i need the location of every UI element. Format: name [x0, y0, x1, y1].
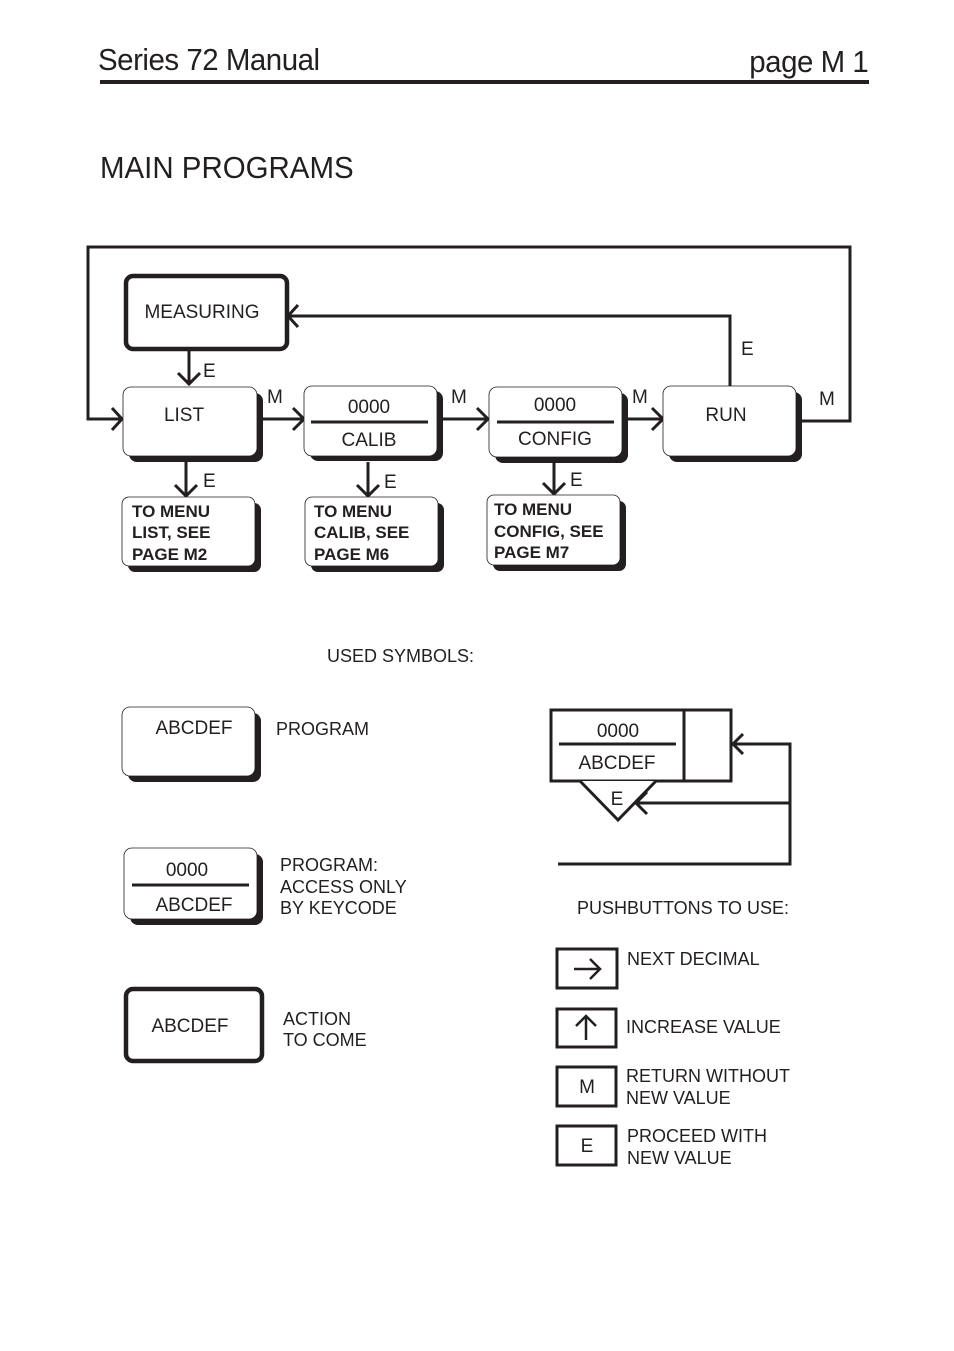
- symbol-desc: TO COME: [283, 1030, 367, 1050]
- node-label: RUN: [705, 405, 746, 426]
- node-label: LIST: [164, 405, 205, 426]
- m-key-icon: M: [579, 1077, 595, 1098]
- svg-text:TO MENU: TO MENU: [494, 500, 572, 519]
- pushbutton-next-decimal: NEXT DECIMAL: [555, 947, 760, 990]
- symbol-desc: BY KEYCODE: [280, 898, 397, 918]
- symbol-value-entry: 0000 ABCDEF E: [549, 708, 792, 866]
- edge-label-e: E: [203, 471, 216, 492]
- svg-text:PAGE M2: PAGE M2: [132, 545, 207, 564]
- svg-text:E: E: [611, 789, 624, 810]
- node-code: 0000: [348, 397, 390, 418]
- edge-label-e: E: [203, 361, 216, 382]
- edge-label-m: M: [632, 387, 648, 408]
- node-label: CALIB: [342, 430, 397, 451]
- pushbutton-desc: NEW VALUE: [626, 1088, 731, 1108]
- pushbuttons-heading: PUSHBUTTONS TO USE:: [577, 898, 789, 918]
- edge-label-e: E: [741, 339, 754, 360]
- svg-text:TO MENU: TO MENU: [314, 502, 392, 521]
- symbol-action: ABCDEF ACTION TO COME: [123, 986, 367, 1064]
- edge-label-m: M: [819, 389, 835, 410]
- node-label: CONFIG: [518, 429, 592, 450]
- symbol-desc: ACCESS ONLY: [280, 877, 407, 897]
- loop-run-to-measuring: [290, 314, 732, 386]
- symbol-keycode: 0000 ABCDEF PROGRAM: ACCESS ONLY BY KEYC…: [123, 847, 407, 925]
- node-code: 0000: [534, 395, 576, 416]
- edge-label-m: M: [451, 387, 467, 408]
- svg-text:ABCDEF: ABCDEF: [578, 753, 655, 774]
- main-programs-diagram: E M M M M E E E E MEASURING LIST 0000 CA…: [86, 245, 852, 1168]
- e-key-icon: E: [581, 1136, 594, 1157]
- symbol-desc: PROGRAM: [276, 719, 369, 739]
- svg-text:0000: 0000: [166, 860, 208, 881]
- edge-label-e: E: [384, 472, 397, 493]
- svg-text:LIST, SEE: LIST, SEE: [132, 523, 210, 542]
- submenu-config: TO MENU CONFIG, SEE PAGE M7: [486, 494, 626, 571]
- svg-text:ABCDEF: ABCDEF: [151, 1016, 228, 1037]
- svg-text:0000: 0000: [597, 721, 639, 742]
- svg-text:ABCDEF: ABCDEF: [155, 895, 232, 916]
- pushbutton-e: E PROCEED WITH NEW VALUE: [555, 1124, 767, 1168]
- pushbutton-increase-value: INCREASE VALUE: [555, 1007, 781, 1049]
- svg-text:PAGE M7: PAGE M7: [494, 543, 569, 562]
- svg-text:TO MENU: TO MENU: [132, 502, 210, 521]
- symbol-desc: PROGRAM:: [280, 855, 378, 875]
- used-symbols-heading: USED SYMBOLS:: [327, 646, 474, 666]
- submenu-calib: TO MENU CALIB, SEE PAGE M6: [304, 496, 444, 572]
- pushbutton-desc: INCREASE VALUE: [626, 1017, 781, 1037]
- pushbutton-desc: RETURN WITHOUT: [626, 1066, 790, 1086]
- svg-text:PAGE M6: PAGE M6: [314, 545, 389, 564]
- pushbutton-desc: NEW VALUE: [627, 1148, 732, 1168]
- svg-text:CONFIG, SEE: CONFIG, SEE: [494, 522, 604, 541]
- node-run: RUN: [662, 385, 802, 462]
- edge-label-m: M: [267, 387, 283, 408]
- node-config: 0000 CONFIG: [488, 386, 628, 463]
- node-list: LIST: [122, 386, 263, 462]
- node-calib: 0000 CALIB: [303, 385, 443, 461]
- node-measuring: MEASURING: [123, 273, 290, 352]
- submenu-list: TO MENU LIST, SEE PAGE M2: [121, 496, 261, 572]
- symbol-program: ABCDEF PROGRAM: [121, 706, 369, 782]
- node-label: MEASURING: [144, 302, 259, 323]
- svg-text:CALIB, SEE: CALIB, SEE: [314, 523, 409, 542]
- pushbutton-m: M RETURN WITHOUT NEW VALUE: [555, 1065, 790, 1108]
- svg-text:ABCDEF: ABCDEF: [155, 718, 232, 739]
- edge-label-e: E: [570, 470, 583, 491]
- pushbutton-desc: NEXT DECIMAL: [627, 949, 760, 969]
- symbol-desc: ACTION: [283, 1009, 351, 1029]
- pushbutton-desc: PROCEED WITH: [627, 1126, 767, 1146]
